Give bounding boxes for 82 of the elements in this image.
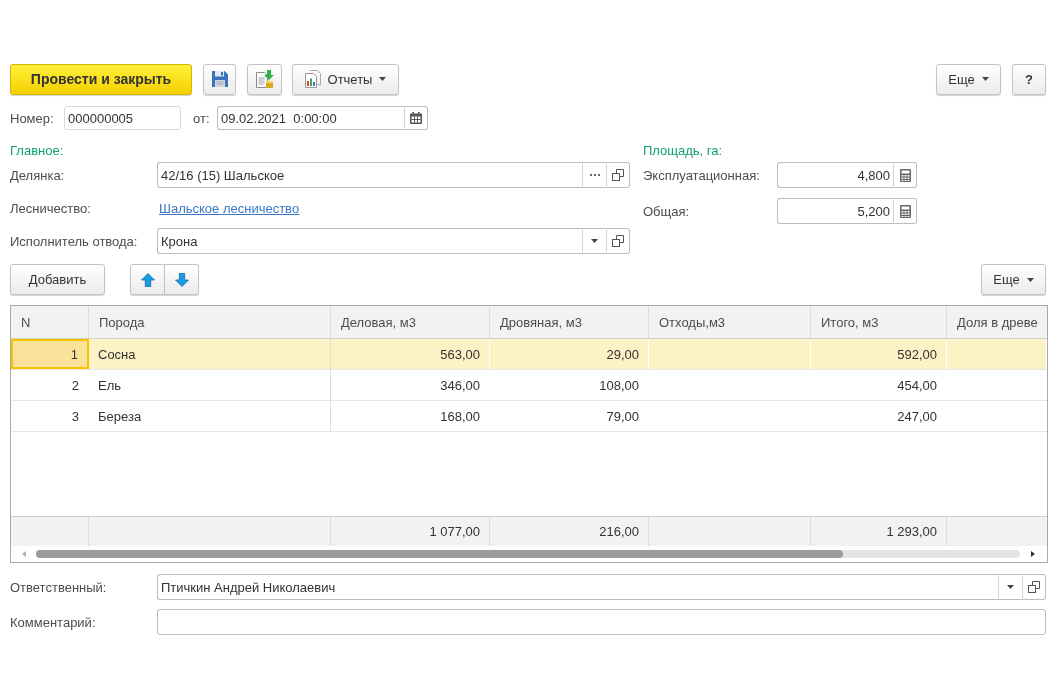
column-header[interactable]: Доля в древе [947, 306, 1047, 338]
column-header[interactable]: Порода [89, 306, 331, 338]
field-label: Комментарий: [10, 614, 97, 630]
column-header[interactable]: Итого, м3 [811, 306, 947, 338]
more-button[interactable]: Еще [981, 264, 1046, 295]
calculator-icon [899, 204, 911, 218]
calendar-button[interactable] [404, 106, 428, 130]
choice-field[interactable]: 42/16 (15) Шальское [157, 162, 582, 188]
row-number: 3 [11, 401, 89, 431]
field-label: Общая: [643, 203, 691, 219]
date-field[interactable]: 09.02.2021 0:00:00 [217, 106, 404, 130]
table-cell: Береза [89, 401, 331, 431]
caret-icon [591, 239, 598, 243]
column-header[interactable]: Деловая, м3 [331, 306, 490, 338]
open-button[interactable] [606, 228, 630, 254]
column-header[interactable]: Отходы,м3 [649, 306, 811, 338]
field-label: Исполнитель отвода: [10, 233, 139, 249]
help-button[interactable]: ? [1012, 63, 1046, 95]
move-up-button[interactable] [130, 264, 165, 295]
section-title: Площадь, га: [643, 143, 724, 159]
number-field[interactable]: 5,200 [777, 198, 893, 224]
save-button[interactable] [203, 63, 236, 95]
open-button[interactable] [1022, 574, 1046, 600]
table-cell: 79,00 [490, 401, 649, 431]
post-and-close-button[interactable]: Провести и закрыть [10, 63, 192, 95]
reports-button[interactable]: Отчеты [292, 63, 399, 95]
number-field[interactable]: 000000005 [64, 106, 181, 130]
table-cell: 563,00 [331, 339, 490, 369]
table-row[interactable]: 2 Ель 346,00 108,00 454,00 [11, 370, 1047, 401]
table-cell: Ель [89, 370, 331, 400]
table-row[interactable]: 1 Сосна 563,00 29,00 592,00 [11, 339, 1047, 370]
scrollbar-thumb[interactable] [36, 550, 843, 558]
arrow-up-icon [140, 272, 155, 287]
forestry-link[interactable]: Шальское лесничество [159, 200, 300, 216]
calendar-icon [410, 112, 422, 124]
overlap-squares-icon [1028, 581, 1040, 593]
caret-icon [1026, 277, 1034, 282]
row-number: 2 [11, 370, 89, 400]
section-title: Главное: [10, 143, 65, 159]
arrow-down-icon [174, 272, 189, 287]
move-down-button[interactable] [165, 264, 199, 295]
more-button[interactable]: Еще [936, 63, 1001, 95]
table-cell: Сосна [89, 339, 331, 369]
table-cell: 592,00 [811, 339, 947, 369]
field-label: Делянка: [10, 167, 66, 183]
number-label: Номер: [10, 110, 55, 126]
table-row[interactable]: 3 Береза 168,00 79,00 247,00 [11, 401, 1047, 432]
report-chart-icon [304, 70, 321, 88]
table-cell: 108,00 [490, 370, 649, 400]
comment-field[interactable] [157, 609, 1046, 635]
open-button[interactable] [606, 162, 630, 188]
add-button[interactable]: Добавить [10, 264, 105, 295]
dropdown-field[interactable]: Птичкин Андрей Николаевич [157, 574, 998, 600]
dropdown-button[interactable] [998, 574, 1022, 600]
horizontal-scrollbar[interactable] [36, 550, 1020, 558]
column-header[interactable]: N [11, 306, 89, 338]
caret-icon [981, 77, 989, 81]
number-field[interactable]: 4,800 [777, 162, 893, 188]
overlap-squares-icon [612, 235, 624, 247]
table-cell: 346,00 [331, 370, 490, 400]
row-number: 1 [11, 339, 89, 369]
dropdown-field[interactable]: Крона [157, 228, 582, 254]
caret-icon [1007, 585, 1014, 589]
table-cell: 454,00 [811, 370, 947, 400]
caret-icon [379, 77, 387, 81]
calculator-button[interactable] [893, 198, 917, 224]
field-label: Эксплуатационная: [643, 167, 761, 183]
table-cell: 168,00 [331, 401, 490, 431]
table-cell: 247,00 [811, 401, 947, 431]
post-button[interactable] [247, 63, 282, 95]
document-arrow-icon [255, 70, 274, 88]
calculator-icon [899, 168, 911, 182]
column-header[interactable]: Дровяная, м3 [490, 306, 649, 338]
date-label: от: [193, 110, 211, 126]
scroll-right-icon [1031, 551, 1035, 557]
dropdown-button[interactable] [582, 228, 606, 254]
overlap-squares-icon [612, 169, 624, 181]
field-label: Ответственный: [10, 579, 108, 595]
scroll-left-icon [22, 551, 26, 557]
calculator-button[interactable] [893, 162, 917, 188]
table-cell: 29,00 [490, 339, 649, 369]
field-label: Лесничество: [10, 200, 92, 216]
